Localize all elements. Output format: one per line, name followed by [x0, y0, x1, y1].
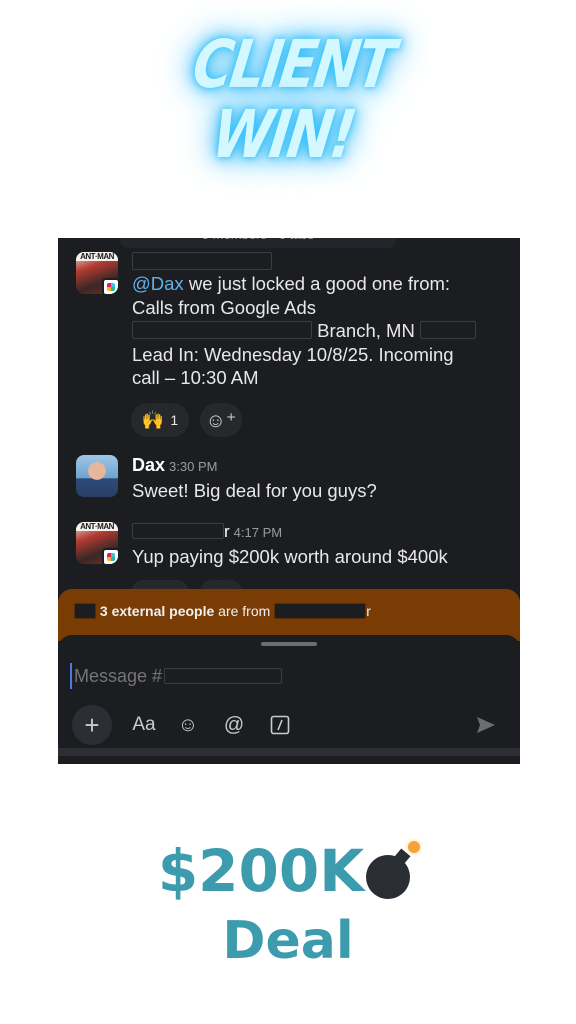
headline-line-1: CLIENT [188, 26, 398, 103]
slack-screenshot: 5 members • 6 tabs ANT·MAN @Dax we just … [58, 238, 520, 764]
sender-name[interactable]: Dax [132, 455, 165, 475]
headline-line-2: WIN! [207, 96, 359, 173]
sender-name-redacted [132, 252, 506, 272]
send-icon[interactable] [466, 705, 506, 745]
drag-handle[interactable] [261, 642, 317, 646]
antman-avatar-icon[interactable]: ANT·MAN [76, 522, 118, 564]
slack-connect-badge-icon [102, 278, 118, 294]
external-count: 3 external people [99, 603, 215, 619]
deal-amount: $200K [0, 838, 576, 904]
format-button[interactable]: Aa [124, 705, 164, 745]
plus-icon[interactable]: + [72, 705, 112, 745]
deal-label: Deal [222, 911, 354, 971]
message-text: Yup paying $200k worth around $400k [132, 546, 448, 567]
message-text: Sweet! Big deal for you guys? [132, 480, 377, 501]
timestamp[interactable]: 4:17 PM [234, 525, 282, 540]
reaction-raised-hands[interactable]: 🙌 1 [131, 403, 189, 437]
timestamp[interactable]: 3:30 PM [169, 459, 217, 474]
slash-command-icon[interactable] [264, 705, 296, 745]
message-line-3: Branch, MN [132, 319, 506, 343]
channel-header-meta[interactable]: 5 members • 6 tabs [120, 238, 396, 248]
bottom-bar [58, 748, 520, 756]
bomb-icon [366, 841, 421, 899]
headline: CLIENT WIN! [42, 26, 534, 173]
message-composer: + Aa ☺ @ [58, 635, 520, 756]
smiley-icon[interactable]: ☺ [172, 705, 204, 745]
at-icon[interactable]: @ [218, 705, 250, 745]
channel-name-redacted [164, 668, 282, 684]
external-people-banner[interactable]: 3 external people are from r [58, 589, 520, 641]
composer-toolbar: + Aa ☺ @ [72, 705, 506, 745]
add-reaction-icon[interactable]: ☺⁺ [200, 403, 242, 437]
dax-avatar-icon[interactable] [76, 455, 118, 497]
message-text: @Dax we just locked a good one from: [132, 273, 451, 294]
antman-avatar-icon[interactable]: ANT·MAN [76, 252, 118, 294]
message-line-2: Calls from Google Ads [132, 296, 317, 318]
mention-link[interactable]: @Dax [132, 273, 184, 294]
message-line-5: call – 10:30 AM [132, 367, 259, 388]
sender-name-redacted [132, 523, 224, 539]
slack-connect-badge-icon [102, 548, 118, 564]
message-line-4: Lead In: Wednesday 10/8/25. Incoming [132, 343, 454, 365]
